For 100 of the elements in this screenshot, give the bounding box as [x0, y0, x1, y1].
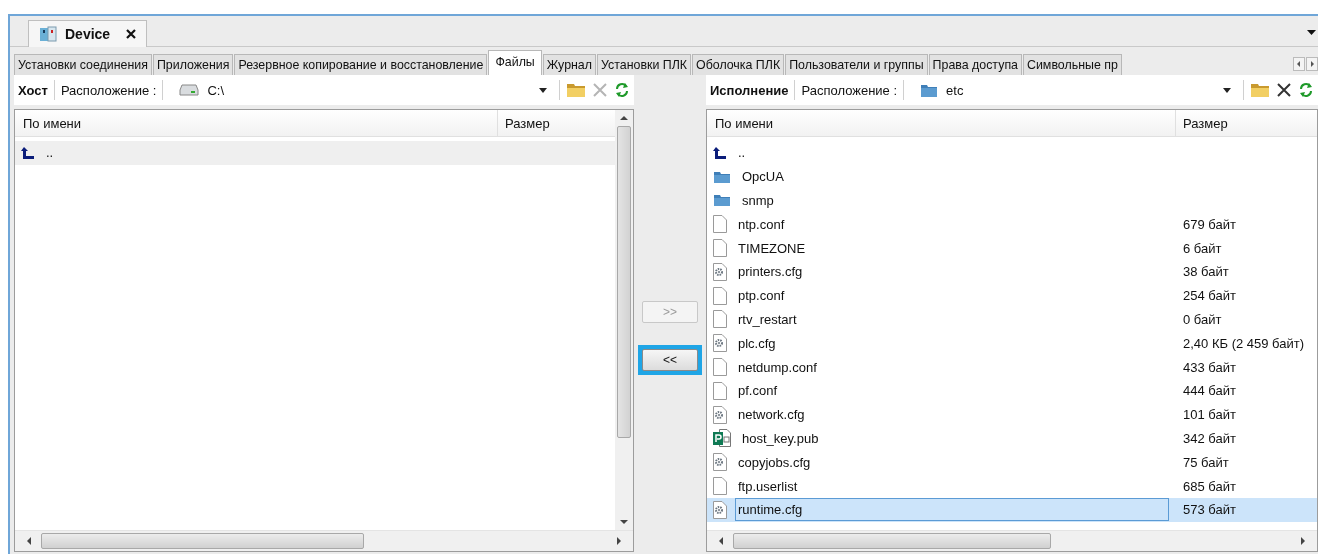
file-row[interactable]: ftp.userlist 685 байт [707, 474, 1317, 498]
file-name: copyjobs.cfg [737, 453, 812, 472]
caret-icon[interactable] [1223, 87, 1231, 93]
scroll-right-icon[interactable] [1306, 57, 1318, 71]
file-size: 254 байт [1182, 288, 1237, 304]
file-name: ntp.conf [737, 215, 786, 234]
vertical-scrollbar[interactable] [615, 110, 633, 530]
file-name: runtime.cfg [735, 498, 1169, 522]
tab[interactable]: Символьные пр [1023, 54, 1122, 75]
file-size: 38 байт [1182, 264, 1230, 280]
scroll-down-icon[interactable] [619, 518, 629, 526]
file-row[interactable]: .. [707, 141, 1317, 165]
tab[interactable]: Установки ПЛК [597, 54, 692, 75]
file-row[interactable]: runtime.cfg 573 байт [707, 497, 1317, 522]
file-name: snmp [741, 192, 775, 210]
file-name: plc.cfg [737, 334, 777, 353]
file-size: 75 байт [1182, 454, 1230, 470]
file-size: 2,40 КБ (2 459 байт) [1182, 335, 1306, 351]
delete-icon[interactable] [1276, 82, 1292, 98]
up-arrow-icon [21, 145, 35, 160]
file-size: 433 байт [1182, 359, 1237, 375]
tab[interactable]: Приложения [152, 54, 234, 75]
column-header[interactable]: Размер [1176, 115, 1317, 131]
scroll-left-icon[interactable] [25, 536, 33, 546]
file-row[interactable]: plc.cfg 2,40 КБ (2 459 байт) [707, 331, 1317, 356]
refresh-icon[interactable] [1298, 82, 1314, 98]
column-header[interactable]: По имени [707, 110, 1176, 136]
file-name: TIMEZONE [737, 239, 807, 258]
file-size: 6 байт [1182, 240, 1223, 256]
tab[interactable]: Права доступа [928, 54, 1022, 75]
refresh-icon[interactable] [614, 82, 630, 98]
file-icon [713, 215, 727, 234]
file-row[interactable]: network.cfg 101 байт [707, 402, 1317, 427]
folder-icon [920, 82, 939, 98]
file-name: ptp.conf [737, 287, 786, 306]
column-header[interactable]: Размер [498, 115, 615, 131]
file-icon [713, 381, 727, 400]
scroll-right-icon[interactable] [615, 536, 623, 546]
file-icon [713, 477, 727, 496]
caret-icon[interactable] [1307, 30, 1316, 35]
file-size: 101 байт [1182, 407, 1237, 423]
file-row[interactable]: .. [15, 141, 615, 165]
file-row[interactable]: host_key.pub 342 байт [707, 426, 1317, 451]
tab[interactable]: Пользователи и группы [785, 54, 928, 75]
file-row[interactable]: rtv_restart 0 байт [707, 307, 1317, 332]
file-name: .. [737, 144, 747, 163]
tab[interactable]: Оболочка ПЛК [692, 54, 785, 75]
file-name: netdump.conf [737, 358, 818, 377]
new-folder-icon[interactable] [566, 82, 586, 98]
gear-file-icon [713, 334, 727, 353]
document-tab[interactable]: Device [28, 20, 148, 47]
file-size: 342 байт [1182, 430, 1237, 446]
file-icon [713, 286, 727, 305]
file-row[interactable]: pf.conf 444 байт [707, 378, 1317, 403]
file-row[interactable]: copyjobs.cfg 75 байт [707, 450, 1317, 475]
scroll-right-icon[interactable] [1299, 536, 1307, 546]
tab[interactable]: Резервное копирование и восстановление [234, 54, 488, 75]
file-icon [713, 239, 727, 258]
panel-title: Хост [18, 82, 48, 98]
document-icon [713, 429, 731, 448]
column-header[interactable]: По имени [15, 110, 498, 136]
folder-icon [713, 193, 731, 208]
folder-icon [713, 169, 731, 184]
location-label: Расположение : [801, 82, 898, 98]
file-name: OpcUA [741, 168, 785, 187]
path-text: C:\ [207, 82, 226, 98]
file-name: rtv_restart [737, 310, 798, 329]
scroll-left-icon[interactable] [1293, 57, 1305, 71]
gear-file-icon [713, 500, 727, 519]
gear-file-icon [713, 262, 727, 281]
scroll-left-icon[interactable] [717, 536, 725, 546]
caret-icon[interactable] [539, 87, 547, 93]
device-icon [39, 26, 57, 42]
file-row[interactable]: TIMEZONE 6 байт [707, 236, 1317, 260]
tab[interactable]: Файлы [488, 50, 542, 75]
location-label: Расположение : [60, 82, 157, 98]
file-size: 679 байт [1182, 216, 1237, 232]
file-row[interactable]: OpcUA [707, 164, 1317, 189]
file-row[interactable]: snmp [707, 188, 1317, 213]
file-size: 444 байт [1182, 383, 1237, 399]
file-size: 0 байт [1182, 311, 1223, 327]
scroll-up-icon[interactable] [619, 114, 629, 122]
transfer-button[interactable]: << [642, 349, 698, 371]
new-folder-icon[interactable] [1250, 82, 1270, 98]
file-row[interactable]: ntp.conf 679 байт [707, 212, 1317, 237]
horizontal-scrollbar[interactable] [15, 530, 633, 551]
drive-icon [179, 84, 200, 96]
file-row[interactable]: ptp.conf 254 байт [707, 283, 1317, 308]
tab[interactable]: Установки соединения [14, 54, 152, 75]
gear-file-icon [713, 405, 727, 424]
gear-file-icon [713, 453, 727, 472]
file-name: .. [45, 144, 55, 163]
path-text: etc [946, 82, 965, 98]
horizontal-scrollbar[interactable] [707, 530, 1317, 551]
file-name: printers.cfg [737, 263, 804, 282]
file-name: host_key.pub [741, 429, 820, 448]
tab[interactable]: Журнал [542, 54, 596, 75]
file-row[interactable]: netdump.conf 433 байт [707, 355, 1317, 379]
close-icon[interactable] [126, 29, 137, 39]
file-row[interactable]: printers.cfg 38 байт [707, 260, 1317, 284]
